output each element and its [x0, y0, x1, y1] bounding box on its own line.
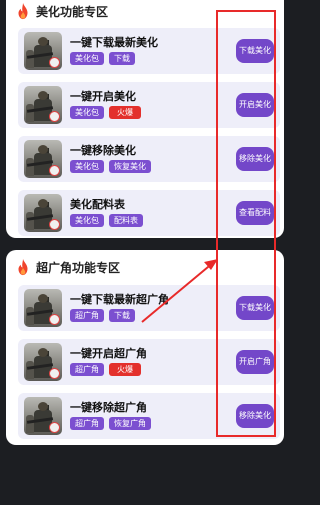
item-tags: 美化包 恢复美化: [70, 160, 151, 173]
section-title: 超广角功能专区: [36, 260, 121, 275]
tag: 美化包: [70, 52, 104, 65]
tag: 配料表: [109, 214, 143, 227]
tag: 超广角: [70, 363, 104, 376]
tag: 恢复美化: [109, 160, 151, 173]
tag: 美化包: [70, 160, 104, 173]
game-thumbnail-icon: [24, 397, 62, 435]
game-thumbnail-icon: [24, 343, 62, 381]
item-title: 一键移除美化: [70, 145, 136, 157]
item-title: 一键下载最新超广角: [70, 294, 169, 306]
item-tags: 美化包 火爆: [70, 106, 141, 119]
game-thumbnail-icon: [24, 86, 62, 124]
flame-icon: [18, 2, 28, 20]
hot-tag: 火爆: [109, 106, 141, 119]
item-tags: 超广角 火爆: [70, 363, 141, 376]
flame-icon: [18, 258, 28, 276]
section-header: 美化功能专区: [14, 2, 108, 20]
tag: 下载: [109, 52, 135, 65]
game-thumbnail-icon: [24, 32, 62, 70]
bottom-area: [0, 447, 290, 505]
tag: 超广角: [70, 417, 104, 430]
item-title: 一键移除超广角: [70, 402, 147, 414]
item-title: 一键开启美化: [70, 91, 136, 103]
item-tags: 超广角 恢复广角: [70, 417, 151, 430]
game-thumbnail-icon: [24, 140, 62, 178]
game-thumbnail-icon: [24, 289, 62, 327]
section-title: 美化功能专区: [36, 4, 109, 19]
tag: 美化包: [70, 214, 104, 227]
section-header: 超广角功能专区: [14, 258, 120, 276]
tag: 超广角: [70, 309, 104, 322]
hot-tag: 火爆: [109, 363, 141, 376]
item-tags: 美化包 配料表: [70, 214, 143, 227]
item-title: 一键下载最新美化: [70, 37, 158, 49]
tag: 美化包: [70, 106, 104, 119]
item-tags: 美化包 下载: [70, 52, 135, 65]
item-tags: 超广角 下载: [70, 309, 135, 322]
highlight-box: [216, 10, 276, 437]
tag: 下载: [109, 309, 135, 322]
tag: 恢复广角: [109, 417, 151, 430]
item-title: 一键开启超广角: [70, 348, 147, 360]
game-thumbnail-icon: [24, 194, 62, 232]
item-title: 美化配料表: [70, 199, 125, 211]
